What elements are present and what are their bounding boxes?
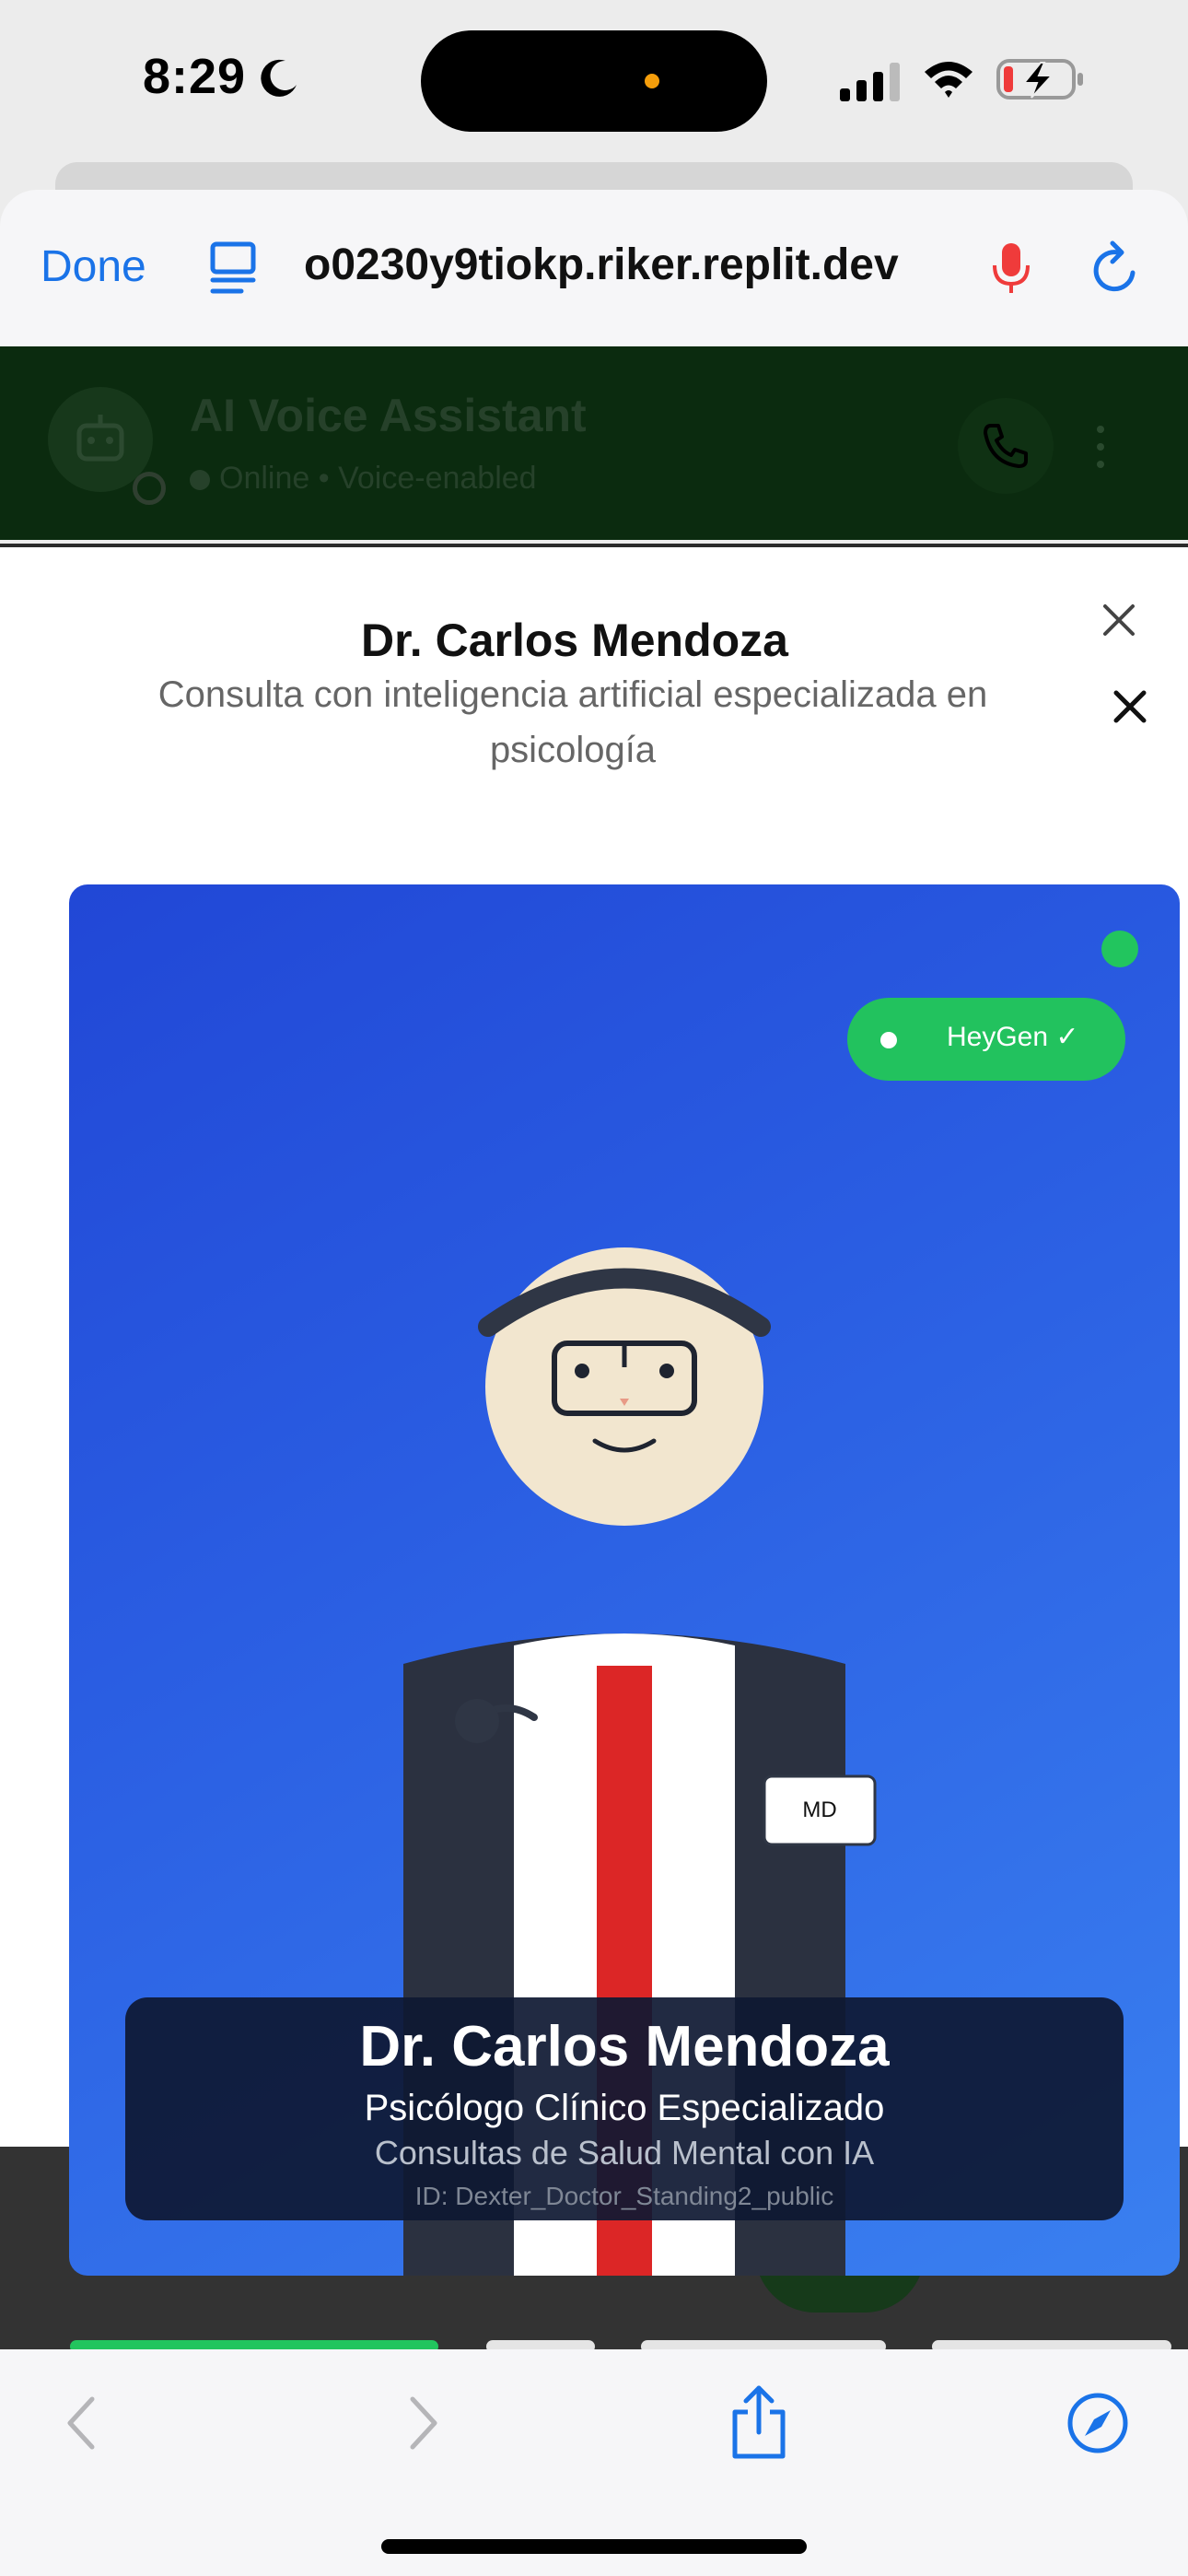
reader-icon[interactable] xyxy=(210,241,256,295)
more-vertical-icon[interactable] xyxy=(1087,415,1114,479)
caption-id: ID: Dexter_Doctor_Standing2_public xyxy=(414,2182,834,2210)
md-badge-text: MD xyxy=(802,1797,836,1822)
status-time: 8:29 xyxy=(143,49,247,104)
caption-name: Dr. Carlos Mendoza xyxy=(359,2015,890,2078)
avatar-eye-left xyxy=(575,1364,589,1378)
avatar-eye-right xyxy=(659,1364,674,1378)
phone-icon xyxy=(984,424,1028,468)
cellular-signal-icon xyxy=(840,63,900,101)
url-text[interactable]: o0230y9tiokp.riker.replit.dev xyxy=(304,240,949,290)
home-indicator[interactable] xyxy=(381,2539,807,2554)
chevron-left-icon[interactable] xyxy=(61,2394,101,2453)
done-button[interactable]: Done xyxy=(41,241,146,292)
avatar-head xyxy=(485,1247,763,1526)
share-icon[interactable] xyxy=(729,2384,788,2460)
heygen-badge-label: HeyGen ✓ xyxy=(947,1022,1079,1052)
microphone-icon[interactable] xyxy=(991,241,1031,295)
compass-icon[interactable] xyxy=(1066,2392,1129,2454)
wifi-icon xyxy=(925,62,973,98)
reload-icon[interactable] xyxy=(1090,240,1142,295)
chevron-right-icon[interactable] xyxy=(403,2394,444,2453)
stethoscope-head xyxy=(455,1699,499,1743)
status-dot xyxy=(190,470,210,491)
call-button[interactable] xyxy=(958,398,1054,494)
online-ring xyxy=(133,472,166,505)
modal-title: Dr. Carlos Mendoza xyxy=(361,615,788,666)
privacy-indicator xyxy=(645,74,659,88)
modal-subtitle: Consulta con inteligencia artificial esp… xyxy=(157,674,988,770)
app-status-text: Online • Voice-enabled xyxy=(219,461,537,496)
heygen-badge-dot xyxy=(880,1032,897,1048)
dynamic-island xyxy=(421,30,767,132)
moon-icon xyxy=(261,59,297,97)
caption-role: Psicólogo Clínico Especializado xyxy=(364,2088,885,2128)
close-icon[interactable] xyxy=(1107,684,1153,730)
app-status: Online • Voice-enabled xyxy=(190,461,537,497)
app-title: AI Voice Assistant xyxy=(190,390,587,441)
live-indicator xyxy=(1101,931,1138,967)
battery-charging-icon xyxy=(996,59,1083,100)
caption-subtitle: Consultas de Salud Mental con IA xyxy=(374,2134,875,2172)
